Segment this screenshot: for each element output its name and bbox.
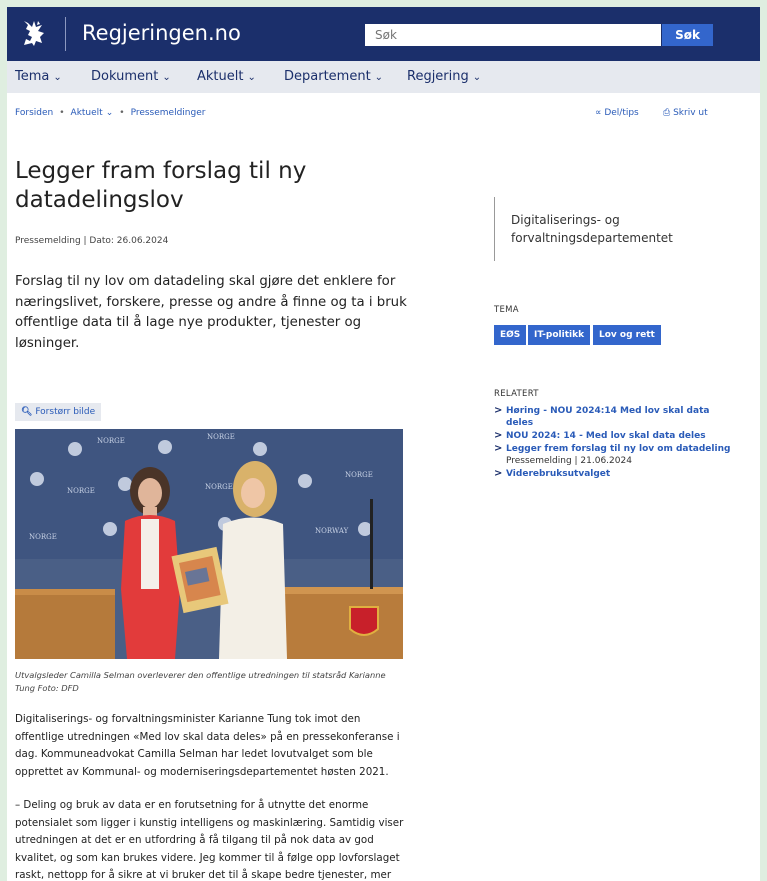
ministry-box: Digitaliserings- og forvaltningsdepartem… [494, 197, 695, 261]
related-link[interactable]: Høring - NOU 2024:14 Med lov skal data d… [506, 406, 709, 428]
nav-item-aktuelt[interactable]: Aktuelt ⌄ [197, 69, 256, 84]
page: Regjeringen.no Søk Tema⌄ Dokument⌄ Aktue… [7, 7, 760, 881]
nav-item-tema[interactable]: Tema ⌄ [15, 69, 62, 84]
article-meta: Pressemelding | Dato: 26.06.2024 [15, 236, 169, 246]
chevron-right-icon: > [494, 443, 503, 454]
nav-item-label: Tema [15, 69, 50, 84]
page-title: Legger fram forslag til ny datadelingslo… [15, 158, 307, 213]
site-header: Regjeringen.no Søk [7, 7, 760, 61]
backdrop-word: NORGE [67, 487, 95, 495]
enlarge-image-label: Forstørr bilde [35, 407, 96, 417]
nav-item-label: Departement [284, 69, 371, 84]
header-divider [65, 17, 66, 51]
printer-icon: ⎙ [663, 108, 671, 118]
breadcrumb-home[interactable]: Forsiden [15, 108, 53, 118]
breadcrumb-pressemeldinger[interactable]: Pressemeldinger [131, 108, 206, 118]
nav-item-label: Regjering [407, 69, 469, 84]
chevron-down-icon[interactable]: ⌄ [106, 108, 114, 118]
main-nav: Tema ⌄ Dokument ⌄ Aktuelt ⌄ Departement ⌄ Re… [7, 61, 760, 93]
share-icon: ∝ [595, 108, 602, 118]
chevron-down-icon: ⌄ [472, 72, 482, 83]
tema-heading: TEMA [494, 305, 519, 315]
article-lead: Forslag til ny lov om datadeling skal gj… [15, 274, 407, 351]
related-item: > Viderebruksutvalget [494, 468, 734, 480]
backdrop-word: NORGE [29, 533, 57, 541]
breadcrumb: Forsiden • Aktuelt ⌄ • Pressemeldinger [15, 108, 205, 118]
breadcrumb-separator: • [59, 108, 65, 118]
related-link[interactable]: Legger frem forslag til ny lov om datade… [506, 444, 730, 454]
nav-item-label: Aktuelt [197, 69, 244, 84]
share-label: Del/tips [604, 108, 639, 118]
nav-item-departement[interactable]: Departement ⌄ [284, 69, 383, 84]
related-item: > Legger frem forslag til ny lov om data… [494, 443, 734, 467]
backdrop-word: NORGE [207, 433, 235, 441]
chevron-right-icon: > [494, 468, 503, 479]
ministry-link[interactable]: Digitaliserings- og forvaltningsdepartem… [511, 211, 701, 247]
chevron-down-icon: ⌄ [374, 72, 384, 83]
chevron-right-icon: > [494, 430, 503, 441]
chevron-down-icon: ⌄ [53, 72, 62, 83]
search-icon: 🔍︎ [21, 407, 33, 417]
coat-of-arms-logo[interactable] [20, 19, 46, 47]
article-paragraph: Digitaliserings- og forvaltningsminister… [15, 713, 400, 778]
breadcrumb-separator: • [119, 108, 125, 118]
tag-eos[interactable]: EØS [494, 325, 527, 345]
article-photo[interactable]: NORGE NORGE NORGE NORGE NORGE NORWAY NOR… [15, 429, 403, 659]
related-list: > Høring - NOU 2024:14 Med lov skal data… [494, 405, 734, 481]
related-heading: RELATERT [494, 389, 539, 399]
breadcrumb-aktuelt[interactable]: Aktuelt [71, 108, 103, 118]
chevron-down-icon: ⌄ [162, 72, 171, 83]
related-link[interactable]: NOU 2024: 14 - Med lov skal data deles [506, 431, 706, 441]
related-item: > Høring - NOU 2024:14 Med lov skal data… [494, 405, 734, 429]
print-label: Skriv ut [673, 108, 708, 118]
enlarge-image-button[interactable]: 🔍︎ Forstørr bilde [15, 403, 102, 421]
article-paragraph: – Deling og bruk av data er en forutsetn… [15, 799, 404, 881]
site-title[interactable]: Regjeringen.no [82, 17, 241, 49]
backdrop-word: NORGE [345, 471, 373, 479]
nav-item-regjering[interactable]: Regjering ⌄ [407, 69, 481, 84]
backdrop-word: NORGE [205, 483, 233, 491]
search-input[interactable] [365, 24, 661, 46]
print-button[interactable]: ⎙ Skriv ut [663, 108, 708, 118]
share-button[interactable]: ∝ Del/tips [595, 108, 639, 118]
tag-it-politikk[interactable]: IT-politikk [528, 325, 591, 345]
chevron-down-icon: ⌄ [247, 72, 256, 83]
related-item: > NOU 2024: 14 - Med lov skal data deles [494, 430, 734, 442]
related-link[interactable]: Viderebruksutvalget [506, 469, 610, 479]
search-button[interactable]: Søk [662, 24, 713, 46]
nav-item-dokument[interactable]: Dokument ⌄ [91, 69, 171, 84]
backdrop-word: NORWAY [315, 527, 349, 535]
nav-item-label: Dokument [91, 69, 159, 84]
photo-caption: Utvalgsleder Camilla Selman overleverer … [15, 670, 386, 693]
related-item-meta: Pressemelding | 21.06.2024 [506, 456, 632, 466]
tag-lov-og-rett[interactable]: Lov og rett [593, 325, 661, 345]
chevron-right-icon: > [494, 405, 503, 416]
backdrop-word: NORGE [97, 437, 125, 445]
